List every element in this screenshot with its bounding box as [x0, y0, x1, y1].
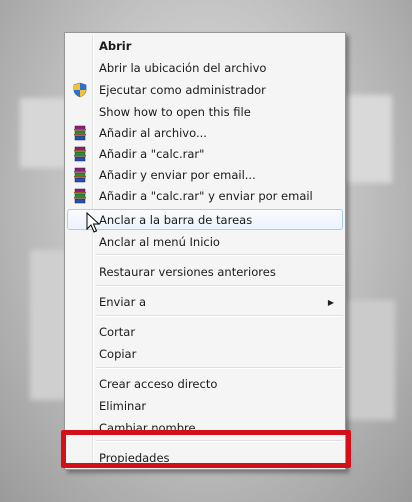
menu-item-add-and-email[interactable]: Añadir y enviar por email...: [67, 164, 343, 185]
menu-item-label: Enviar a: [99, 295, 147, 309]
menu-item-label: Ejecutar como administrador: [99, 83, 266, 97]
menu-separator: [96, 367, 343, 369]
menu-item-abrir[interactable]: Abrir: [67, 35, 343, 56]
winrar-icon: [74, 125, 86, 141]
menu-item-label: Copiar: [99, 347, 137, 361]
menu-separator: [96, 254, 343, 256]
menu-item-create-shortcut[interactable]: Crear acceso directo: [67, 373, 343, 394]
menu-item-label: Añadir a "calc.rar" y enviar por email: [99, 189, 313, 203]
menu-item-label: Restaurar versiones anteriores: [99, 265, 276, 279]
uac-shield-icon: [73, 82, 87, 98]
menu-separator: [96, 285, 343, 287]
menu-item-label: Cortar: [99, 325, 136, 339]
properties-highlight-annotation: [61, 430, 351, 468]
menu-item-add-to-calc-rar-and-email[interactable]: Añadir a "calc.rar" y enviar por email: [67, 185, 343, 206]
menu-item-label: Crear acceso directo: [99, 377, 218, 391]
menu-item-label: Abrir la ubicación del archivo: [99, 61, 267, 75]
menu-item-pin-to-start-menu[interactable]: Anclar al menú Inicio: [67, 231, 343, 252]
menu-item-delete[interactable]: Eliminar: [67, 395, 343, 416]
mouse-pointer-icon: [86, 212, 100, 233]
submenu-arrow-icon: ▶: [327, 298, 334, 307]
menu-item-show-how-to-open[interactable]: Show how to open this file: [67, 101, 343, 122]
menu-item-label: Eliminar: [99, 399, 147, 413]
winrar-icon: [74, 188, 86, 204]
menu-item-run-as-admin[interactable]: Ejecutar como administrador: [67, 79, 343, 100]
menu-item-open-file-location[interactable]: Abrir la ubicación del archivo: [67, 57, 343, 78]
menu-item-cut[interactable]: Cortar: [67, 321, 343, 342]
menu-item-add-to-calc-rar[interactable]: Añadir a "calc.rar": [67, 143, 343, 164]
menu-separator: [96, 315, 343, 317]
menu-item-label: Abrir: [99, 39, 132, 53]
menu-item-label: Anclar a la barra de tareas: [99, 213, 253, 227]
menu-item-restore-previous-versions[interactable]: Restaurar versiones anteriores: [67, 261, 343, 282]
menu-item-send-to[interactable]: Enviar a ▶: [67, 291, 343, 312]
menu-item-label: Anclar al menú Inicio: [99, 235, 220, 249]
menu-item-label: Añadir al archivo...: [99, 126, 207, 140]
menu-item-label: Añadir y enviar por email...: [99, 168, 256, 182]
context-menu: Abrir Abrir la ubicación del archivo Eje…: [64, 32, 346, 470]
menu-item-add-to-archive[interactable]: Añadir al archivo...: [67, 122, 343, 143]
menu-item-copy[interactable]: Copiar: [67, 343, 343, 364]
blurred-background-panel: [340, 95, 392, 183]
blurred-background-panel: [20, 98, 70, 168]
blurred-background-panel: [340, 300, 395, 420]
winrar-icon: [74, 146, 86, 162]
menu-item-label: Show how to open this file: [99, 105, 251, 119]
menu-item-label: Añadir a "calc.rar": [99, 147, 205, 161]
winrar-icon: [74, 167, 86, 183]
menu-item-pin-to-taskbar[interactable]: Anclar a la barra de tareas: [67, 209, 343, 230]
